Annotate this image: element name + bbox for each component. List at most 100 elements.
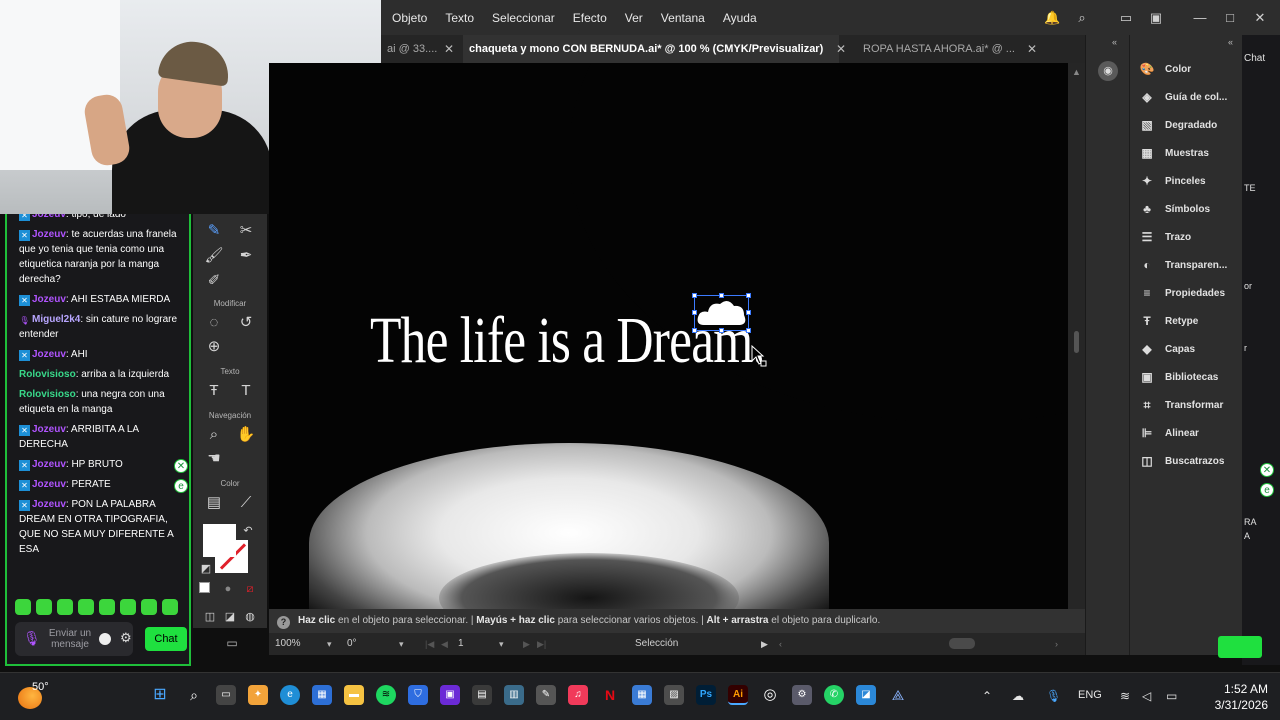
panel-item-brush[interactable]: ✦ Pinceles: [1138, 171, 1206, 191]
task-view-icon[interactable]: ▭: [216, 685, 236, 705]
panel-item-pathfinder[interactable]: ◫ Buscatrazos: [1138, 451, 1224, 471]
battery-icon[interactable]: ▭: [1166, 689, 1177, 703]
selection-handle[interactable]: [746, 328, 751, 333]
help-icon[interactable]: ?: [277, 616, 290, 629]
previous-artboard-icon[interactable]: ◀: [441, 636, 448, 652]
music-app-icon[interactable]: ♫: [568, 685, 588, 705]
whatsapp-icon[interactable]: ✆: [824, 685, 844, 705]
tab-close-icon[interactable]: ✕: [1027, 35, 1037, 63]
emote-icon[interactable]: [36, 599, 52, 615]
close-circle-icon[interactable]: ✕: [1260, 463, 1274, 477]
selection-bounding-box[interactable]: [692, 293, 751, 333]
scroll-left-icon[interactable]: ‹: [779, 636, 782, 652]
gradient-mode-icon[interactable]: ●: [221, 582, 235, 596]
scroll-right-icon[interactable]: ›: [1055, 636, 1058, 652]
horizontal-scrollbar-thumb[interactable]: [949, 638, 975, 649]
close-circle-icon[interactable]: ✕: [174, 459, 188, 473]
chevron-down-icon[interactable]: ▾: [399, 636, 404, 652]
scroll-up-icon[interactable]: ▲: [1072, 67, 1081, 77]
chevron-down-icon[interactable]: ▾: [499, 636, 504, 652]
chat-username[interactable]: Rolovisioso: [19, 369, 76, 380]
app-icon[interactable]: ⟁: [888, 685, 908, 705]
panel-item-transform[interactable]: ⌗ Transformar: [1138, 395, 1224, 415]
chat-username[interactable]: Jozeuv: [32, 229, 66, 240]
extension-circle-icon[interactable]: e: [174, 479, 188, 493]
tab-close-icon[interactable]: ✕: [444, 35, 454, 63]
microsoft-store-icon[interactable]: ▦: [312, 685, 332, 705]
tab-close-icon[interactable]: ✕: [836, 35, 846, 63]
panel-item-gradient[interactable]: ▧ Degradado: [1138, 115, 1217, 135]
draw-normal-icon[interactable]: ◫: [199, 606, 221, 628]
chat-username[interactable]: Miguel2k4: [32, 314, 80, 325]
type-tool-icon[interactable]: T: [235, 380, 257, 402]
emote-icon[interactable]: [120, 599, 136, 615]
panel-item-properties[interactable]: ≡ Propiedades: [1138, 283, 1225, 303]
panel-item-align[interactable]: ⊫ Alinear: [1138, 423, 1199, 443]
selection-handle[interactable]: [692, 293, 697, 298]
microphone-icon[interactable]: 🎙: [1046, 689, 1061, 703]
hand-tool-icon[interactable]: ✋: [235, 424, 257, 446]
emote-icon[interactable]: [78, 599, 94, 615]
gradient-tool-icon[interactable]: ▤: [203, 492, 225, 514]
chat-username[interactable]: Jozeuv: [32, 294, 66, 305]
first-artboard-icon[interactable]: |◀: [425, 636, 434, 652]
tab-document-1[interactable]: ai @ 33....: [381, 35, 441, 63]
app-icon[interactable]: ▤: [472, 685, 492, 705]
collapse-panels-icon[interactable]: «: [1228, 37, 1233, 47]
chat-input[interactable]: 🎙 Enviar un mensaje: [15, 622, 133, 656]
arrange-documents-icon[interactable]: ▣: [1148, 10, 1164, 26]
status-menu-arrow-icon[interactable]: ▶: [761, 636, 768, 652]
fill-swatch[interactable]: [203, 524, 236, 557]
menu-efecto[interactable]: Efecto: [562, 11, 614, 25]
tab-document-3[interactable]: ROPA HASTA AHORA.ai* @ ...: [857, 35, 1017, 63]
panel-item-layers[interactable]: ◆ Capas: [1138, 339, 1195, 359]
selection-handle[interactable]: [746, 310, 751, 315]
scrollbar-thumb[interactable]: [1074, 331, 1079, 353]
zoom-level-field[interactable]: 100%: [275, 636, 301, 652]
emote-icon[interactable]: [15, 599, 31, 615]
emoji-icon[interactable]: [99, 633, 111, 645]
panel-item-retype[interactable]: Ŧ Retype: [1138, 311, 1198, 331]
menu-texto[interactable]: Texto: [434, 11, 481, 25]
background-chat-button[interactable]: [1218, 636, 1262, 658]
draw-behind-icon[interactable]: ◪: [219, 606, 241, 628]
chat-username[interactable]: Rolovisioso: [19, 389, 76, 400]
panel-item-symbols[interactable]: ♣ Símbolos: [1138, 199, 1210, 219]
screen-mode-icon[interactable]: ▭: [220, 634, 244, 652]
maximize-icon[interactable]: □: [1222, 10, 1238, 26]
netflix-icon[interactable]: N: [600, 685, 620, 705]
chat-username[interactable]: Jozeuv: [32, 349, 66, 360]
selection-handle[interactable]: [692, 328, 697, 333]
collapse-panels-icon[interactable]: «: [1112, 37, 1117, 47]
app-icon[interactable]: ▣: [440, 685, 460, 705]
selection-handle[interactable]: [746, 293, 751, 298]
notepad-icon[interactable]: ✎: [536, 685, 556, 705]
panel-item-libraries[interactable]: ▣ Bibliotecas: [1138, 367, 1218, 387]
chat-settings-gear-icon[interactable]: ⚙: [120, 630, 132, 646]
windows-start-icon[interactable]: ⊞: [150, 685, 170, 705]
notification-bell-icon[interactable]: 🔔: [1044, 10, 1060, 26]
selection-handle[interactable]: [719, 328, 724, 333]
artboard-canvas[interactable]: The life is a Dream.: [269, 63, 1068, 609]
last-artboard-icon[interactable]: ▶|: [537, 636, 546, 652]
panel-item-stroke[interactable]: ☰ Trazo: [1138, 227, 1192, 247]
menu-seleccionar[interactable]: Seleccionar: [481, 11, 562, 25]
system-clock[interactable]: 1:52 AM 3/31/2026: [1198, 681, 1268, 713]
wifi-icon[interactable]: ≋: [1120, 689, 1130, 703]
menu-ayuda[interactable]: Ayuda: [712, 11, 764, 25]
security-shield-icon[interactable]: ⛉: [408, 685, 428, 705]
shape-builder-tool-icon[interactable]: ⊕: [203, 336, 225, 358]
show-hidden-icons-chevron-icon[interactable]: ⌃: [982, 689, 992, 703]
selection-handle[interactable]: [692, 310, 697, 315]
selection-handle[interactable]: [719, 293, 724, 298]
eraser-tool-icon[interactable]: ✐: [203, 270, 225, 292]
paintbrush-tool-icon[interactable]: 🖌: [203, 245, 225, 267]
pencil-tool-icon[interactable]: ✎: [203, 220, 225, 242]
spotify-icon[interactable]: ≋: [376, 685, 396, 705]
file-explorer-icon[interactable]: ▬: [344, 685, 364, 705]
photos-icon[interactable]: ◪: [856, 685, 876, 705]
app-icon[interactable]: ▨: [664, 685, 684, 705]
workspace-icon[interactable]: ▭: [1118, 10, 1134, 26]
microphone-icon[interactable]: 🎙: [23, 630, 41, 648]
panel-item-swatches[interactable]: ▦ Muestras: [1138, 143, 1209, 163]
